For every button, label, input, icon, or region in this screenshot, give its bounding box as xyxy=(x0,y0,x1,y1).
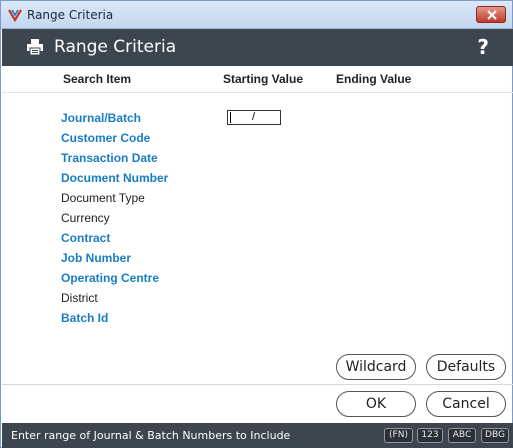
field-transaction-date[interactable]: Transaction Date xyxy=(61,151,158,165)
help-icon[interactable]: ? xyxy=(477,35,489,59)
dialog-title: Range Criteria xyxy=(54,37,177,57)
status-message: Enter range of Journal & Batch Numbers t… xyxy=(11,429,291,442)
title-bar[interactable]: Range Criteria xyxy=(1,1,512,29)
app-logo-icon xyxy=(8,9,22,23)
defaults-button[interactable]: Defaults xyxy=(426,354,506,380)
window-title: Range Criteria xyxy=(27,8,114,22)
status-badge-123[interactable]: 123 xyxy=(417,428,443,443)
field-contract[interactable]: Contract xyxy=(61,231,110,245)
field-currency: Currency xyxy=(61,211,110,225)
field-district: District xyxy=(61,291,98,305)
field-customer-code[interactable]: Customer Code xyxy=(61,131,150,145)
journal-batch-start-input[interactable]: / xyxy=(227,110,281,125)
column-header-starting-value: Starting Value xyxy=(223,72,304,86)
journal-batch-separator: / xyxy=(252,111,256,123)
field-job-number[interactable]: Job Number xyxy=(61,251,131,265)
field-document-type: Document Type xyxy=(61,191,145,205)
field-journal-batch[interactable]: Journal/Batch xyxy=(61,111,141,125)
column-header-ending-value: Ending Value xyxy=(336,72,412,86)
button-divider xyxy=(2,384,513,385)
field-batch-id[interactable]: Batch Id xyxy=(61,311,108,325)
field-document-number[interactable]: Document Number xyxy=(61,171,168,185)
text-caret xyxy=(230,112,231,123)
close-icon xyxy=(487,10,497,20)
dialog-header: Range Criteria ? xyxy=(2,29,513,66)
range-criteria-window: Range Criteria Range Criteria ? Search I… xyxy=(0,0,513,448)
status-badge-fn[interactable]: (FN) xyxy=(384,428,413,443)
field-operating-centre[interactable]: Operating Centre xyxy=(61,271,159,285)
printer-icon xyxy=(27,39,43,56)
status-bar: Enter range of Journal & Batch Numbers t… xyxy=(2,423,513,448)
cancel-button[interactable]: Cancel xyxy=(426,391,506,417)
header-divider xyxy=(2,92,513,93)
wildcard-button[interactable]: Wildcard xyxy=(336,354,416,380)
window-close-button[interactable] xyxy=(476,6,506,23)
status-badge-dbg[interactable]: DBG xyxy=(481,428,509,443)
ok-button[interactable]: OK xyxy=(336,391,416,417)
status-badge-abc[interactable]: ABC xyxy=(448,428,476,443)
column-header-search-item: Search Item xyxy=(63,72,132,86)
